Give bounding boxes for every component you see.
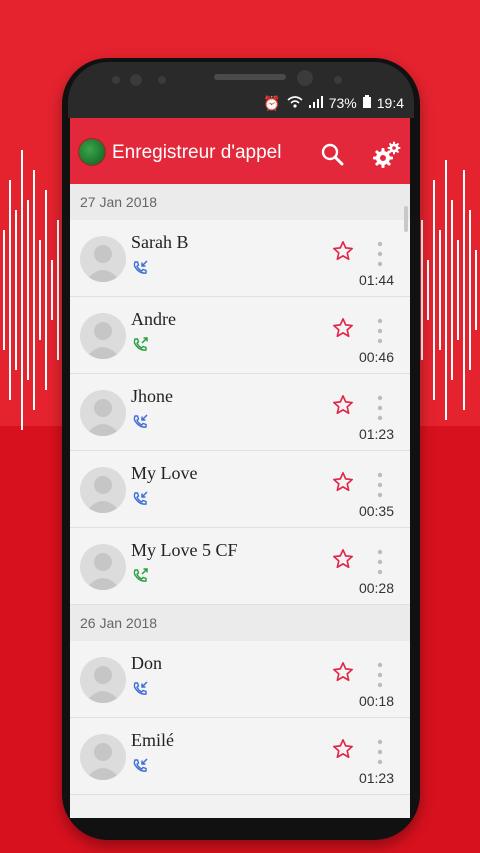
recording-list-item[interactable]: Don 00:18 [70, 641, 410, 718]
favorite-star-icon[interactable] [332, 240, 354, 262]
sound-wave-left [3, 150, 59, 430]
recording-list-item[interactable]: Andre 00:46 [70, 297, 410, 374]
signal-icon [308, 95, 323, 111]
app-bar: Enregistreur d'appel [70, 118, 410, 184]
outgoing-call-icon [133, 337, 148, 351]
date-header: 26 Jan 2018 [70, 605, 410, 641]
contact-name: Emilé [131, 730, 174, 750]
more-options-icon[interactable] [376, 317, 384, 345]
recording-duration: 01:44 [358, 272, 394, 288]
contact-avatar [80, 313, 126, 359]
recording-duration: 00:46 [358, 349, 394, 365]
favorite-star-icon[interactable] [332, 738, 354, 760]
recording-duration: 01:23 [358, 770, 394, 786]
battery-percent: 73% [328, 95, 357, 111]
contact-avatar [80, 734, 126, 780]
contact-name: My Love [131, 463, 198, 483]
incoming-call-icon [133, 681, 148, 695]
app-logo [78, 138, 106, 166]
recording-list-item[interactable]: My Love 00:35 [70, 451, 410, 528]
contact-avatar [80, 544, 126, 590]
favorite-star-icon[interactable] [332, 548, 354, 570]
contact-name: Don [131, 653, 162, 673]
incoming-call-icon [133, 414, 148, 428]
favorite-star-icon[interactable] [332, 661, 354, 683]
contact-name: Andre [131, 309, 176, 329]
wifi-icon [287, 95, 303, 112]
recording-list-item[interactable]: Jhone 01:23 [70, 374, 410, 451]
recording-duration: 00:18 [358, 693, 394, 709]
more-options-icon[interactable] [376, 738, 384, 766]
app-screen: Enregistreur d'appel 27 Jan 2018 Sarah B… [70, 118, 410, 818]
battery-icon [362, 95, 371, 111]
incoming-call-icon [133, 260, 148, 274]
camera-lens [297, 70, 313, 86]
incoming-call-icon [133, 491, 148, 505]
contact-name: Sarah B [131, 232, 189, 252]
contact-name: My Love 5 CF [131, 540, 238, 560]
recording-duration: 01:23 [358, 426, 394, 442]
incoming-call-icon [133, 758, 148, 772]
contact-avatar [80, 467, 126, 513]
contact-avatar [80, 236, 126, 282]
sensor [158, 76, 166, 84]
sensor [130, 74, 142, 86]
recording-list-item[interactable]: Emilé 01:23 [70, 718, 410, 795]
favorite-star-icon[interactable] [332, 317, 354, 339]
favorite-star-icon[interactable] [332, 394, 354, 416]
recordings-list: 27 Jan 2018 Sarah B 01:44 Andre 00:46 Jh [70, 184, 410, 795]
date-header: 27 Jan 2018 [70, 184, 410, 220]
earpiece-speaker [214, 74, 286, 80]
more-options-icon[interactable] [376, 548, 384, 576]
recording-list-item[interactable]: Sarah B 01:44 [70, 220, 410, 297]
app-title: Enregistreur d'appel [112, 142, 282, 163]
sound-wave-right [421, 160, 477, 420]
sensor [334, 76, 342, 84]
contact-name: Jhone [131, 386, 173, 406]
more-options-icon[interactable] [376, 471, 384, 499]
alarm-icon: ⏰ [263, 94, 281, 111]
clock: 19:4 [376, 95, 404, 111]
outgoing-call-icon [133, 568, 148, 582]
recording-duration: 00:35 [358, 503, 394, 519]
more-options-icon[interactable] [376, 394, 384, 422]
more-options-icon[interactable] [376, 240, 384, 268]
recording-duration: 00:28 [358, 580, 394, 596]
scrollbar-thumb[interactable] [404, 206, 408, 232]
status-bar: ⏰ 73% 19:4 [70, 92, 410, 114]
contact-avatar [80, 390, 126, 436]
settings-gear-icon[interactable] [372, 140, 402, 170]
search-icon[interactable] [320, 142, 344, 166]
favorite-star-icon[interactable] [332, 471, 354, 493]
recording-list-item[interactable]: My Love 5 CF 00:28 [70, 528, 410, 605]
more-options-icon[interactable] [376, 661, 384, 689]
sensor [112, 76, 120, 84]
contact-avatar [80, 657, 126, 703]
